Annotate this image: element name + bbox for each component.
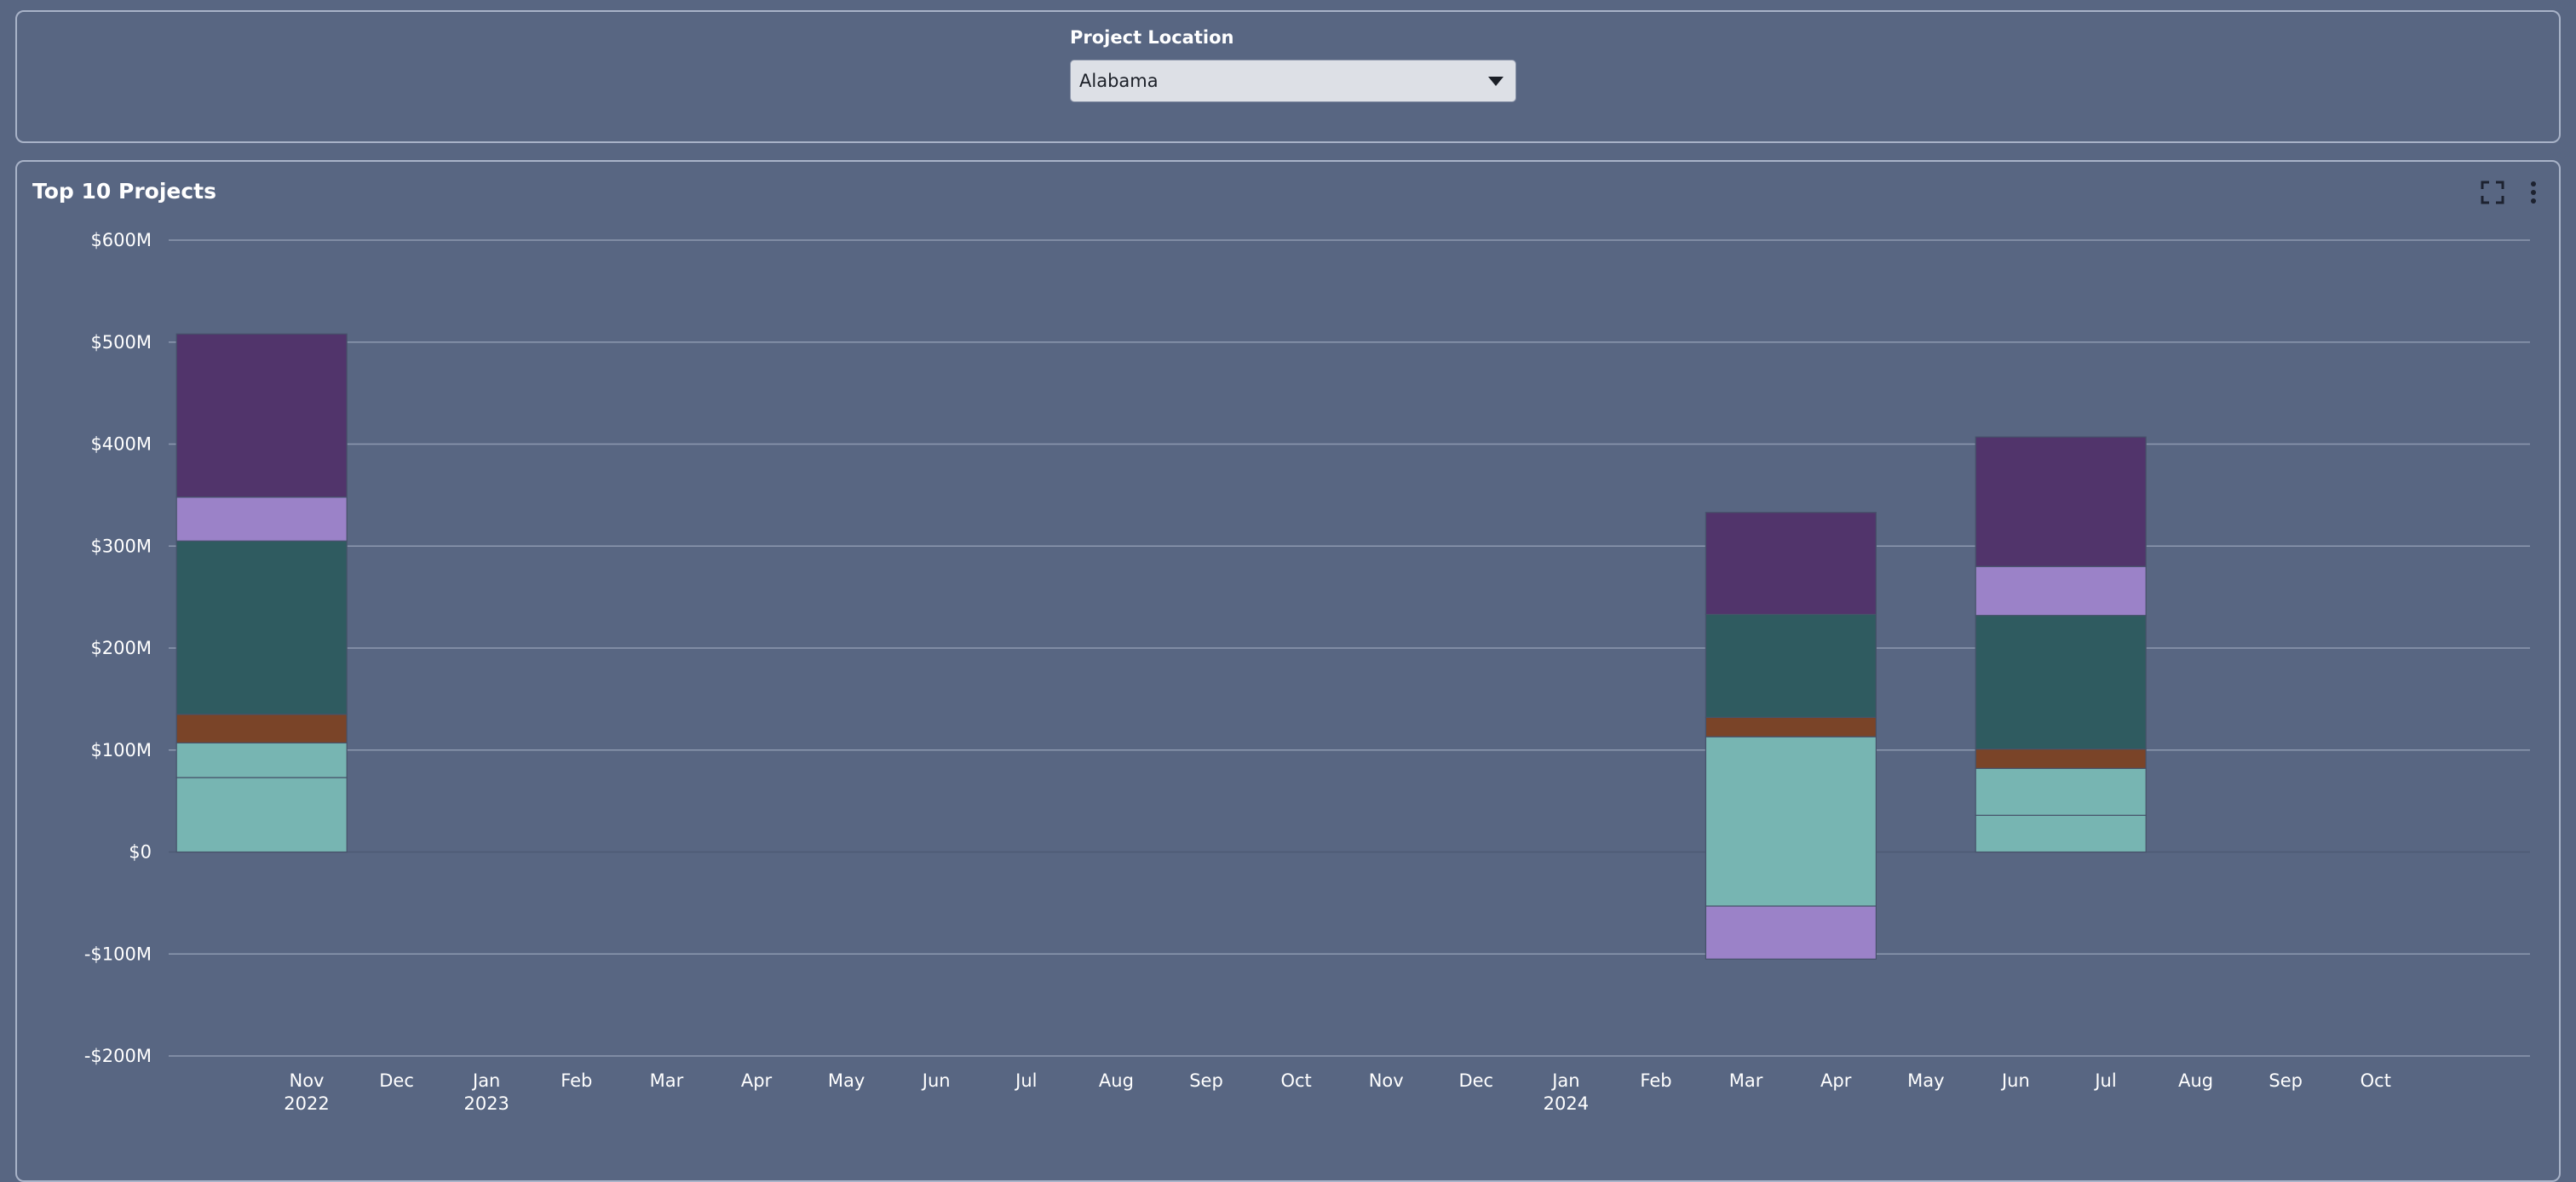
x-tick-label: Jan bbox=[471, 1070, 500, 1091]
project-location-selected-value: Alabama bbox=[1079, 71, 1159, 91]
x-tick-label: May bbox=[1907, 1070, 1944, 1091]
bar-segment bbox=[1975, 814, 2147, 853]
x-tick-year-label: 2022 bbox=[284, 1093, 329, 1114]
y-tick-label: $600M bbox=[90, 230, 152, 250]
x-tick-label: Mar bbox=[1729, 1070, 1763, 1091]
x-tick-label: Sep bbox=[2268, 1070, 2303, 1091]
bar-segment bbox=[1975, 436, 2147, 567]
bar-chart: $600M $500M $400M $300M $200M $100M $0 -$100M -$… bbox=[84, 230, 2530, 1114]
bar-segment bbox=[1705, 736, 1877, 907]
x-tick-label: Sep bbox=[1189, 1070, 1223, 1091]
bar-segment bbox=[175, 333, 348, 498]
bar-segment bbox=[1705, 716, 1877, 737]
x-tick-label: Apr bbox=[741, 1070, 773, 1091]
x-tick-label: Nov bbox=[290, 1070, 325, 1091]
project-location-select[interactable]: Alabama bbox=[1070, 60, 1516, 102]
x-tick-label: May bbox=[828, 1070, 865, 1091]
bar-segment bbox=[175, 496, 348, 542]
bar-segment bbox=[1975, 748, 2147, 769]
x-tick-label: Feb bbox=[1640, 1070, 1671, 1091]
x-tick-label: Mar bbox=[650, 1070, 684, 1091]
bar-segment bbox=[175, 742, 348, 778]
x-tick-label: Jul bbox=[2093, 1070, 2116, 1091]
bar-segment bbox=[175, 540, 348, 715]
bar-segment bbox=[175, 777, 348, 853]
y-tick-label: $0 bbox=[129, 842, 152, 863]
bar-segment bbox=[1975, 615, 2147, 750]
bar-segment bbox=[1975, 565, 2147, 617]
x-tick-year-label: 2024 bbox=[1544, 1093, 1589, 1114]
x-tick-label: Dec bbox=[1458, 1070, 1493, 1091]
y-tick-label: $300M bbox=[90, 536, 152, 556]
y-tick-label: $100M bbox=[90, 740, 152, 760]
dropdown-caret-icon bbox=[1488, 77, 1504, 86]
y-tick-label: -$200M bbox=[84, 1046, 152, 1066]
x-tick-label: Aug bbox=[1099, 1070, 1134, 1091]
project-location-label: Project Location bbox=[1070, 27, 1234, 48]
bar-segment bbox=[1705, 613, 1877, 719]
x-tick-label: Jun bbox=[921, 1070, 951, 1091]
x-tick-label: Oct bbox=[1280, 1070, 1311, 1091]
x-tick-label: Aug bbox=[2178, 1070, 2213, 1091]
x-tick-label: Jan bbox=[1550, 1070, 1579, 1091]
x-tick-year-label: 2023 bbox=[463, 1093, 509, 1114]
x-tick-label: Jun bbox=[2000, 1070, 2030, 1091]
y-tick-label: $400M bbox=[90, 434, 152, 455]
bar-segment bbox=[1705, 512, 1877, 616]
x-tick-label: Oct bbox=[2360, 1070, 2391, 1091]
y-tick-label: $200M bbox=[90, 638, 152, 658]
x-tick-label: Feb bbox=[561, 1070, 592, 1091]
y-tick-label: -$100M bbox=[84, 944, 152, 964]
x-tick-label: Nov bbox=[1369, 1070, 1404, 1091]
x-tick-label: Apr bbox=[1820, 1070, 1852, 1091]
bar-segment bbox=[1975, 767, 2147, 816]
bar-segment bbox=[1705, 905, 1877, 960]
x-tick-label: Dec bbox=[379, 1070, 414, 1091]
y-tick-label: $500M bbox=[90, 332, 152, 353]
chart-panel: Top 10 Projects $600M $500M $400M $300M $200… bbox=[15, 160, 2561, 1182]
bar-segment bbox=[175, 714, 348, 743]
x-tick-label: Jul bbox=[1014, 1070, 1037, 1091]
filter-panel: Project Location Alabama bbox=[15, 10, 2561, 143]
